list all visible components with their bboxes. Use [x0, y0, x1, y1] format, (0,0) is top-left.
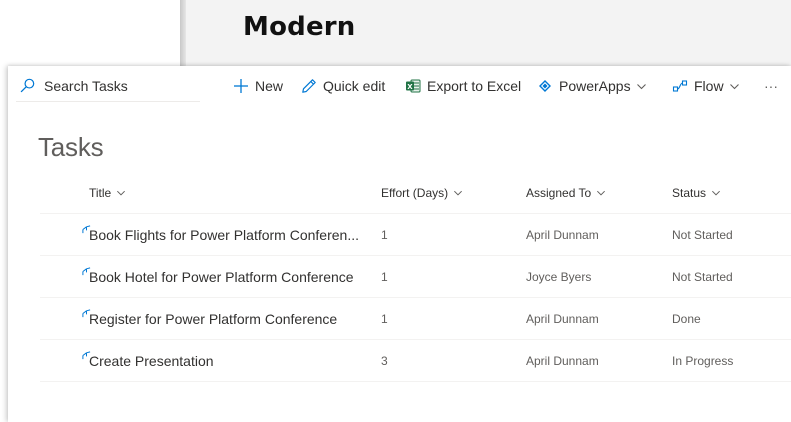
table-row[interactable]: Book Hotel for Power Platform Conference…	[40, 256, 791, 298]
column-header-effort[interactable]: Effort (Days)	[381, 172, 463, 213]
chevron-down-icon	[711, 188, 721, 198]
list-title: Tasks	[38, 132, 104, 162]
quick-edit-label: Quick edit	[323, 78, 386, 94]
chevron-down-icon	[636, 81, 647, 92]
svg-text:X: X	[407, 83, 413, 91]
search-input[interactable]	[44, 77, 184, 94]
export-label: Export to Excel	[427, 78, 522, 94]
pencil-icon	[301, 78, 317, 94]
task-effort: 1	[381, 269, 388, 284]
task-assigned-to: April Dunnam	[526, 353, 599, 368]
add-icon	[233, 78, 249, 94]
task-assigned-to: April Dunnam	[526, 227, 599, 242]
task-assigned-to: Joyce Byers	[526, 269, 592, 284]
powerapps-icon	[537, 78, 553, 94]
flow-menu[interactable]: Flow	[672, 75, 740, 97]
background-left	[0, 0, 180, 66]
chevron-down-icon	[729, 81, 740, 92]
new-button[interactable]: New	[233, 75, 283, 97]
task-effort: 1	[381, 311, 388, 326]
task-title-link[interactable]: Register for Power Platform Conference	[89, 298, 337, 339]
powerapps-label: PowerApps	[559, 78, 631, 94]
task-status: In Progress	[672, 353, 734, 368]
task-title-link[interactable]: Book Hotel for Power Platform Conference	[89, 256, 354, 297]
table-header-row: Title Effort (Days) Assigned To Status	[40, 172, 791, 214]
task-status: Done	[672, 311, 701, 326]
task-title-link[interactable]: Create Presentation	[89, 340, 214, 381]
table-row[interactable]: Register for Power Platform Conference 1…	[40, 298, 791, 340]
search-box[interactable]	[16, 70, 200, 102]
tasks-table: Title Effort (Days) Assigned To Status B…	[40, 172, 791, 382]
task-title-link[interactable]: Book Flights for Power Platform Conferen…	[89, 214, 359, 255]
task-status: Not Started	[672, 269, 733, 284]
list-panel: New Quick edit X	[8, 66, 791, 422]
chevron-down-icon	[453, 188, 463, 198]
task-assigned-to: April Dunnam	[526, 311, 599, 326]
column-header-assigned-to[interactable]: Assigned To	[526, 172, 606, 213]
flow-icon	[672, 78, 688, 94]
chevron-down-icon	[596, 188, 606, 198]
column-header-status[interactable]: Status	[672, 172, 721, 213]
column-header-title[interactable]: Title	[89, 172, 126, 213]
task-status: Not Started	[672, 227, 733, 242]
quick-edit-button[interactable]: Quick edit	[301, 75, 385, 97]
table-row[interactable]: Book Flights for Power Platform Conferen…	[40, 214, 791, 256]
export-to-excel-button[interactable]: X Export to Excel	[405, 75, 521, 97]
powerapps-menu[interactable]: PowerApps	[537, 75, 647, 97]
table-row[interactable]: Create Presentation 3 April Dunnam In Pr…	[40, 340, 791, 382]
flow-label: Flow	[694, 78, 724, 94]
more-icon[interactable]: ···	[764, 75, 778, 97]
task-effort: 1	[381, 227, 388, 242]
chevron-down-icon	[116, 188, 126, 198]
search-icon	[20, 78, 35, 93]
excel-icon: X	[405, 78, 421, 94]
command-bar: New Quick edit X	[8, 66, 791, 106]
page-heading: Modern	[243, 12, 356, 42]
new-label: New	[255, 78, 284, 94]
task-effort: 3	[381, 353, 388, 368]
